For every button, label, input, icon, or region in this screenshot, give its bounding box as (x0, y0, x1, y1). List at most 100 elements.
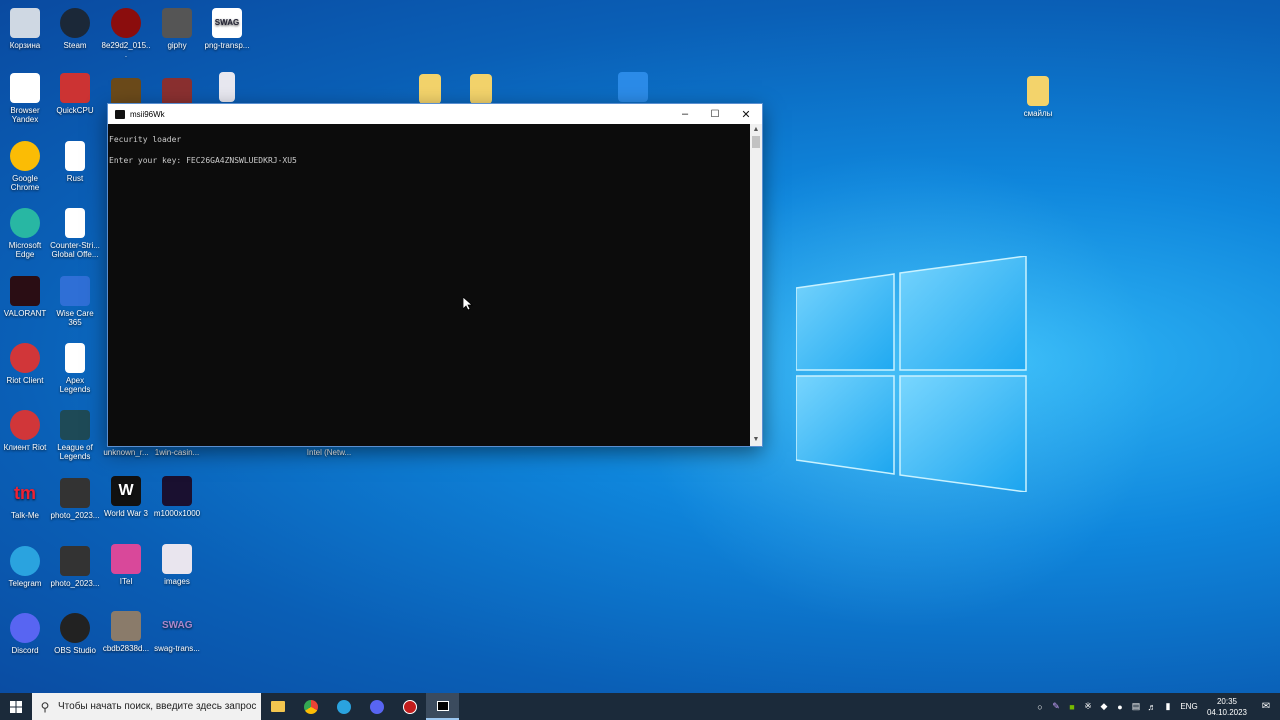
console-scrollbar[interactable]: ▲ ▼ (750, 124, 762, 446)
desktop-icon-label: Riot Client (6, 376, 44, 385)
desktop-icon-image[interactable] (202, 72, 252, 105)
taskbar-telegram[interactable] (327, 693, 360, 720)
desktop-icon-label: Apex Legends (59, 376, 91, 394)
desktop-icon-image[interactable]: photo_2023... (50, 478, 100, 520)
desktop-icon-recycle-bin[interactable]: Корзина (0, 8, 50, 50)
search-placeholder: Чтобы начать поиск, введите здесь запрос (58, 701, 257, 712)
desktop-icon-riot[interactable]: Клиент Riot (0, 410, 50, 452)
discord-icon (10, 613, 40, 643)
minimize-button[interactable]: – (670, 104, 700, 124)
taskbar-app-red[interactable] (393, 693, 426, 720)
console-titlebar[interactable]: msii96Wk – ☐ ✕ (108, 104, 762, 124)
desktop-icon-image[interactable]: SWAG swag-trans... (152, 611, 202, 653)
pen-icon[interactable]: ✎ (1048, 701, 1064, 712)
network-icon[interactable]: ▤ (1128, 701, 1144, 712)
desktop-icon-ww3[interactable]: W World War 3 (101, 476, 151, 518)
volume-icon[interactable]: ♬ (1144, 702, 1160, 712)
taskbar-discord[interactable] (360, 693, 393, 720)
obs-icon (60, 613, 90, 643)
desktop-icon-steam[interactable]: Steam (50, 8, 100, 50)
window-title: msii96Wk (130, 109, 165, 119)
image-icon: SWAG (162, 620, 193, 631)
desktop-icon-edge[interactable]: Microsoft Edge (0, 208, 50, 259)
chrome-icon (10, 141, 40, 171)
desktop-icon-image[interactable]: images (152, 544, 202, 586)
console-icon (436, 700, 449, 711)
desktop-icon-valorant[interactable]: VALORANT (0, 276, 50, 318)
desktop-icon-obs[interactable]: OBS Studio (50, 613, 100, 655)
desktop-folder[interactable] (456, 74, 506, 107)
desktop-icon-file[interactable]: Counter-Stri... Global Offe... (50, 208, 100, 259)
clock-time: 20:35 (1216, 696, 1238, 706)
desktop-icon-yandex-browser[interactable]: Browser Yandex (0, 73, 50, 124)
desktop-icon-chrome[interactable]: Google Chrome (0, 141, 50, 192)
discord-icon (369, 699, 384, 714)
desktop-icon-lol[interactable]: League of Legends (50, 410, 100, 461)
desktop-icon-image[interactable]: ITel (101, 544, 151, 586)
desktop-folder[interactable] (405, 74, 455, 107)
start-button[interactable] (0, 693, 32, 720)
console-output[interactable]: Fecurity loader Enter your key: FEC26GA4… (108, 124, 750, 446)
desktop-icon-image[interactable]: m1000x1000 (152, 476, 202, 518)
clock[interactable]: 20:35 04.10.2023 (1202, 696, 1252, 718)
maximize-button[interactable]: ☐ (700, 104, 730, 124)
telegram-icon (10, 546, 40, 576)
yandex-browser-icon (10, 73, 40, 103)
console-app-icon (115, 109, 125, 119)
desktop-icon-file[interactable]: Apex Legends (50, 343, 100, 394)
desktop-icon-quickcpu[interactable]: QuickCPU (50, 73, 100, 115)
desktop-icon-image[interactable]: photo_2023... (50, 546, 100, 588)
file-icon (65, 343, 85, 373)
image-icon (162, 476, 192, 506)
scroll-thumb[interactable] (752, 136, 760, 148)
desktop-icon-file[interactable]: Rust (50, 141, 100, 183)
windows-start-icon (10, 700, 22, 713)
desktop-icon-talkme[interactable]: tm Talk-Me (0, 478, 50, 520)
search-icon: ⚲ (40, 699, 50, 714)
console-line: Fecurity loader (109, 135, 182, 144)
scroll-down-icon[interactable]: ▼ (750, 434, 762, 446)
desktop-icon-image[interactable]: giphy (152, 8, 202, 50)
desktop-icon-image[interactable]: SWAG png-transp... (202, 8, 252, 50)
taskbar-search[interactable]: ⚲ Чтобы начать поиск, введите здесь запр… (32, 693, 261, 720)
desktop-icon-label: League of Legends (57, 443, 93, 461)
console-window[interactable]: msii96Wk – ☐ ✕ Fecurity loader Enter you… (108, 104, 762, 446)
desktop-icon-image[interactable]: cbdb2838d... (101, 611, 151, 653)
desktop-icon-wisecare[interactable]: Wise Care 365 (50, 276, 100, 327)
nvidia-icon[interactable]: ■ (1064, 702, 1080, 712)
edge-icon (10, 208, 40, 238)
desktop-folder-smiles[interactable]: смайлы (1013, 76, 1063, 118)
valorant-icon (10, 276, 40, 306)
riot-icon (10, 410, 40, 440)
chrome-icon (303, 699, 318, 714)
notifications-icon[interactable]: ✉ (1252, 701, 1280, 712)
taskbar-chrome[interactable] (294, 693, 327, 720)
desktop-icon-riot[interactable]: Riot Client (0, 343, 50, 385)
tray-app-icon[interactable]: ○ (1032, 702, 1048, 712)
riot-icon (10, 343, 40, 373)
image-icon (219, 72, 235, 102)
microphone-icon[interactable]: ● (1112, 702, 1128, 712)
battery-icon[interactable]: ▮ (1160, 701, 1176, 712)
desktop-icon-label: Steam (63, 41, 87, 50)
close-button[interactable]: ✕ (731, 104, 761, 124)
file-icon (65, 208, 85, 238)
scroll-up-icon[interactable]: ▲ (750, 124, 762, 136)
mouse-cursor-icon (463, 297, 473, 311)
bluetooth-icon[interactable]: ※ (1080, 701, 1096, 712)
desktop-icon-label: Wise Care 365 (56, 309, 94, 327)
windows-logo-wallpaper (796, 256, 1027, 492)
language-indicator[interactable]: ENG (1176, 702, 1202, 711)
folder-icon (419, 74, 441, 104)
desktop-icon-image[interactable]: 8e29d2_015... (101, 8, 151, 59)
quickcpu-icon (60, 73, 90, 103)
taskbar-console[interactable] (426, 693, 459, 720)
tray-app-icon[interactable]: ◆ (1096, 701, 1112, 712)
desktop-icon-label: Корзина (9, 41, 41, 50)
taskbar-explorer[interactable] (261, 693, 294, 720)
desktop-icon-label: Talk-Me (10, 511, 39, 520)
desktop-icon-telegram[interactable]: Telegram (0, 546, 50, 588)
desktop-icon-shield[interactable] (608, 72, 658, 105)
recycle-bin-icon (10, 8, 40, 38)
desktop-icon-discord[interactable]: Discord (0, 613, 50, 655)
